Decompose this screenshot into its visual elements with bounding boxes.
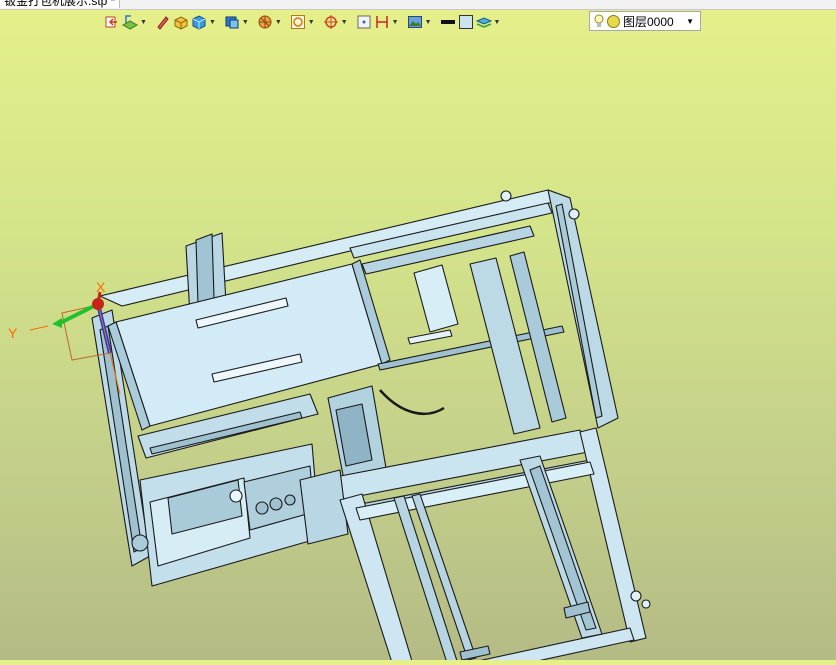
dimension-button[interactable]: ▼	[374, 11, 399, 33]
display-mode-icon	[225, 16, 239, 29]
layers-icon	[475, 17, 492, 28]
exit-sketch-icon	[105, 16, 117, 28]
display-mode-button[interactable]: ▼	[224, 11, 249, 33]
cube-view-icon	[192, 15, 206, 30]
y-axis-arrow-icon	[52, 318, 62, 328]
x-axis-label: X	[96, 279, 106, 295]
crosshair-button[interactable]: ▼	[323, 11, 348, 33]
exit-sketch-button[interactable]	[104, 11, 120, 33]
zoom-fit-icon	[290, 15, 305, 29]
chevron-down-icon: ▼	[493, 18, 501, 26]
solid-box-icon	[174, 16, 188, 30]
grid-icon	[357, 15, 371, 29]
solid-box-button[interactable]	[173, 11, 189, 33]
pencil-button[interactable]	[155, 11, 171, 33]
chevron-down-icon: ▼	[340, 18, 348, 26]
layer-color-icon	[607, 14, 620, 28]
pencil-icon	[157, 16, 169, 30]
document-tab[interactable]: 钣金打包机展示.stp *	[0, 0, 121, 8]
chevron-down-icon: ▼	[686, 16, 694, 26]
view-toolbar: ▼ ▼ ▼ ▼ ▼ ▼ ▼ ▼ ▼	[104, 10, 502, 34]
3d-viewport[interactable]: X Y	[0, 34, 836, 665]
render-style-icon	[258, 15, 272, 29]
grid-button[interactable]	[356, 11, 372, 33]
chevron-down-icon: ▼	[391, 18, 399, 26]
crosshair-icon	[323, 15, 338, 29]
layers-button[interactable]: ▼	[475, 11, 501, 33]
sketch-plane-icon	[122, 15, 138, 30]
chevron-down-icon: ▼	[307, 18, 315, 26]
chevron-down-icon: ▼	[424, 18, 432, 26]
line-color-button[interactable]	[440, 11, 456, 33]
layer-selector[interactable]: 图层0000 ▼	[589, 11, 701, 31]
render-style-button[interactable]: ▼	[257, 11, 282, 33]
picture-button[interactable]: ▼	[407, 11, 432, 33]
dimension-icon	[375, 16, 388, 28]
layer-name: 图层0000	[623, 14, 674, 29]
fill-color-icon	[458, 15, 473, 29]
model-canvas: X Y	[8, 189, 651, 665]
cube-view-button[interactable]: ▼	[191, 11, 216, 33]
zoom-fit-button[interactable]: ▼	[290, 11, 315, 33]
chevron-down-icon: ▼	[241, 18, 249, 26]
y-axis-label: Y	[8, 325, 18, 341]
fill-color-button[interactable]	[458, 11, 474, 33]
machine-model	[91, 189, 651, 665]
chevron-down-icon: ▼	[208, 18, 216, 26]
document-tab-strip: 钣金打包机展示.stp *	[0, 0, 836, 10]
chevron-down-icon: ▼	[140, 18, 147, 26]
line-color-icon	[440, 20, 455, 24]
picture-icon	[407, 16, 422, 28]
lightbulb-icon	[594, 14, 604, 27]
sketch-plane-button[interactable]: ▼	[122, 11, 147, 33]
chevron-down-icon: ▼	[274, 18, 282, 26]
